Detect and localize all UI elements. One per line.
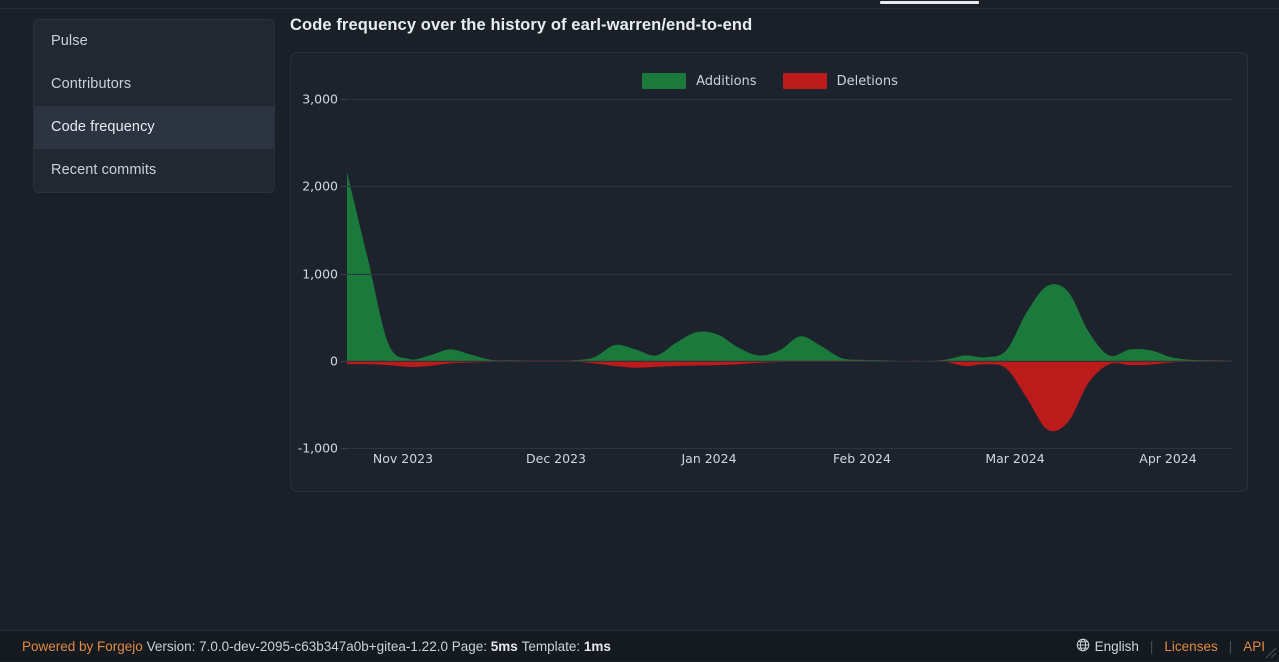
sidebar-menu: Pulse Contributors Code frequency Recent… xyxy=(33,19,275,193)
globe-icon xyxy=(1076,638,1090,655)
version-label: Version: xyxy=(147,639,196,654)
page-footer: Powered by Forgejo Version: 7.0.0-dev-20… xyxy=(0,630,1279,661)
chart-series-deletions xyxy=(347,361,1233,432)
chart-gridline xyxy=(347,274,1233,275)
legend-entry-deletions[interactable]: Deletions xyxy=(783,73,898,89)
y-axis-tick-label: 0 xyxy=(330,353,338,368)
licenses-link[interactable]: Licenses xyxy=(1164,639,1217,654)
page-time-label: Page: xyxy=(452,639,487,654)
footer-right: English | Licenses | API xyxy=(1076,638,1265,655)
legend-label-additions: Additions xyxy=(696,74,756,89)
y-axis-tick-label: -1,000 xyxy=(298,441,338,456)
y-axis-tick-mark xyxy=(341,361,347,362)
legend-entry-additions[interactable]: Additions xyxy=(642,73,756,89)
template-time-label: Template: xyxy=(522,639,581,654)
chart-legend: Additions Deletions xyxy=(291,73,1249,89)
legend-swatch-additions xyxy=(642,73,686,89)
sidebar-item-recent-commits[interactable]: Recent commits xyxy=(34,149,274,192)
window-resize-grip[interactable] xyxy=(1263,645,1277,659)
sidebar-item-label: Contributors xyxy=(51,76,131,92)
footer-divider-1: | xyxy=(1150,639,1154,654)
sidebar-item-label: Pulse xyxy=(51,33,88,49)
y-axis-tick-label: 2,000 xyxy=(302,179,338,194)
chart-gridline xyxy=(347,99,1233,100)
chart-plot-area: 3,0002,0001,0000-1,000Nov 2023Dec 2023Ja… xyxy=(347,99,1233,448)
footer-left: Powered by Forgejo Version: 7.0.0-dev-20… xyxy=(22,639,611,654)
top-tab-bar xyxy=(0,0,1279,9)
sidebar-item-pulse[interactable]: Pulse xyxy=(34,20,274,63)
template-time-value: 1ms xyxy=(584,639,611,654)
y-axis-tick-mark xyxy=(341,186,347,187)
x-axis-tick-label: Dec 2023 xyxy=(526,451,586,466)
version-value: 7.0.0-dev-2095-c63b347a0b+gitea-1.22.0 xyxy=(199,639,448,654)
x-axis-tick-label: Feb 2024 xyxy=(833,451,891,466)
y-axis-tick-label: 1,000 xyxy=(302,266,338,281)
y-axis-tick-mark xyxy=(341,448,347,449)
api-link[interactable]: API xyxy=(1243,639,1265,654)
sidebar-item-label: Code frequency xyxy=(51,119,155,135)
footer-divider-2: | xyxy=(1229,639,1233,654)
x-axis-tick-label: Jan 2024 xyxy=(681,451,736,466)
language-selector[interactable]: English xyxy=(1076,638,1139,655)
legend-swatch-deletions xyxy=(783,73,827,89)
y-axis-tick-mark xyxy=(341,99,347,100)
active-tab-indicator xyxy=(880,1,979,4)
sidebar-item-label: Recent commits xyxy=(51,162,156,178)
legend-label-deletions: Deletions xyxy=(837,74,898,89)
page-title: Code frequency over the history of earl-… xyxy=(290,16,752,35)
chart-gridline xyxy=(347,448,1233,449)
language-label: English xyxy=(1095,639,1139,654)
y-axis-tick-mark xyxy=(341,274,347,275)
y-axis-tick-label: 3,000 xyxy=(302,92,338,107)
x-axis-tick-label: Apr 2024 xyxy=(1139,451,1196,466)
powered-by-forgejo-link[interactable]: Powered by Forgejo xyxy=(22,639,143,654)
page-time-value: 5ms xyxy=(491,639,518,654)
sidebar-item-contributors[interactable]: Contributors xyxy=(34,63,274,106)
chart-gridline xyxy=(347,186,1233,187)
chart-series-additions xyxy=(347,172,1233,361)
sidebar-item-code-frequency[interactable]: Code frequency xyxy=(34,106,274,149)
code-frequency-chart-panel: Additions Deletions 3,0002,0001,0000-1,0… xyxy=(290,52,1248,492)
x-axis-tick-label: Nov 2023 xyxy=(373,451,433,466)
x-axis-tick-label: Mar 2024 xyxy=(985,451,1044,466)
chart-gridline xyxy=(347,361,1233,362)
